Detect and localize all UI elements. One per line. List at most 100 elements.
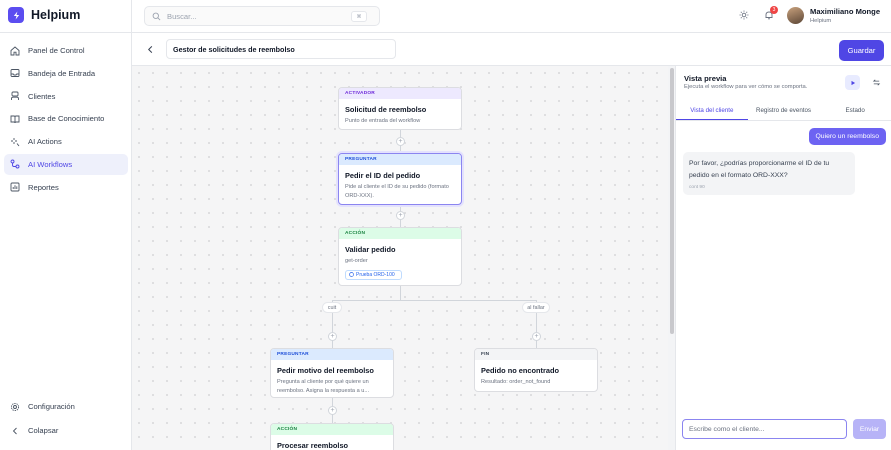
send-button[interactable]: Enviar — [853, 419, 886, 439]
sidebar-item-ai-workflows[interactable]: AI Workflows — [4, 153, 128, 175]
bot-message: Por favor, ¿podrías proporcionarme el ID… — [683, 152, 855, 195]
customer-message-input[interactable] — [689, 425, 839, 433]
gear-icon — [10, 402, 20, 411]
node-type-label: ACCIÓN — [271, 424, 393, 435]
node-description: Punto de entrada del workflow — [345, 118, 421, 124]
save-button[interactable]: Guardar — [839, 40, 884, 61]
node-validate-order[interactable]: ACCIÓN Validar pedido get-order Prueba O… — [338, 227, 462, 286]
top-header: ⌘ 3 Maximiliano Monge Helpium — [132, 0, 891, 33]
collapse-sidebar-button[interactable]: Colapsar — [4, 420, 128, 441]
search-input[interactable] — [167, 11, 347, 21]
tab-registro-de-eventos[interactable]: Registro de eventos — [748, 101, 820, 120]
brand[interactable]: Helpium — [8, 7, 80, 23]
node-type-label: ACCIÓN — [339, 228, 461, 239]
notification-badge: 3 — [770, 6, 778, 14]
sidebar-item-configuracion[interactable]: Configuración — [4, 396, 128, 417]
canvas-scrollbar[interactable] — [668, 66, 676, 450]
node-trigger[interactable]: ACTIVADOR Solicitud de reembolso Punto d… — [338, 87, 462, 130]
sidebar-item-panel-de-control[interactable]: Panel de Control — [4, 40, 128, 61]
play-icon — [851, 80, 855, 85]
search-icon — [152, 12, 161, 20]
node-description: Resultado: order_not_found — [481, 379, 551, 385]
add-step-button[interactable]: + — [396, 137, 405, 146]
bot-message-meta: cont 90 — [689, 185, 705, 190]
node-process-refund[interactable]: ACCIÓN Procesar reembolso — [270, 423, 394, 450]
preview-panel: Vista previa Ejecuta el workflow para ve… — [676, 66, 891, 450]
sidebar-item-label: Base de Conocimiento — [28, 114, 105, 124]
tab-vista-del-cliente[interactable]: Vista del cliente — [676, 101, 748, 120]
sun-icon — [739, 10, 749, 20]
sidebar-item-base-de-conocimiento[interactable]: Base de Conocimiento — [4, 108, 128, 129]
preview-tabs: Vista del cliente Registro de eventos Es… — [676, 101, 891, 121]
sidebar: Helpium Panel de Control Bandeja de Entr… — [0, 0, 132, 450]
workflow-title-field[interactable]: Gestor de solicitudes de reembolso — [166, 39, 396, 59]
sidebar-item-clientes[interactable]: Clientes — [4, 86, 128, 107]
refresh-icon — [872, 79, 881, 86]
workflow-canvas[interactable]: + + cuit al fallar + + + ACTIVADOR Solic… — [132, 66, 668, 450]
node-title: Validar pedido — [345, 245, 396, 254]
home-icon — [10, 45, 20, 55]
back-button[interactable] — [144, 43, 156, 55]
user-org: Helpium — [810, 18, 832, 24]
sidebar-item-bandeja-de-entrada[interactable]: Bandeja de Entrada — [4, 63, 128, 84]
add-step-button[interactable]: + — [328, 332, 337, 341]
info-icon — [349, 272, 354, 277]
tab-estado[interactable]: Estado — [819, 101, 891, 120]
connector — [332, 300, 536, 301]
search-box[interactable]: ⌘ — [144, 6, 380, 26]
workflow-icon — [10, 160, 20, 169]
node-title: Pedido no encontrado — [481, 366, 560, 375]
collapse-label: Colapsar — [28, 426, 59, 435]
node-description: Pregunta al cliente por qué quiere un re… — [277, 379, 370, 394]
sidebar-item-label: AI Workflows — [28, 159, 73, 169]
test-badge-label: Prueba ORD-100 — [356, 271, 395, 278]
node-title: Solicitud de reembolso — [345, 105, 427, 114]
node-type-label: FIN — [475, 349, 597, 360]
sidebar-item-reportes[interactable]: Reportes — [4, 177, 128, 198]
node-type-label: PREGUNTAR — [271, 349, 393, 360]
node-type-label: PREGUNTAR — [339, 154, 461, 165]
preview-title: Vista previa — [684, 74, 727, 83]
message-composer[interactable] — [682, 419, 847, 439]
inbox-icon — [10, 69, 20, 78]
sidebar-item-ai-actions[interactable]: AI Actions — [4, 131, 128, 152]
preview-subtitle: Ejecuta el workflow para ver cómo se com… — [684, 84, 808, 90]
sidebar-item-label: Panel de Control — [28, 46, 85, 55]
sidebar-footer: Configuración Colapsar — [4, 396, 128, 443]
add-step-button[interactable]: + — [532, 332, 541, 341]
helpium-logo-icon — [8, 7, 24, 23]
node-title: Pedir motivo del reembolso — [277, 366, 374, 375]
node-type-label: ACTIVADOR — [339, 88, 461, 99]
sidebar-item-label: Reportes — [28, 182, 59, 192]
node-order-not-found[interactable]: FIN Pedido no encontrado Resultado: orde… — [474, 348, 598, 392]
add-step-button[interactable]: + — [396, 211, 405, 220]
search-shortcut-hint: ⌘ — [351, 11, 367, 22]
sidebar-divider — [0, 32, 132, 33]
workflow-toolbar: Gestor de solicitudes de reembolso Guard… — [132, 33, 891, 66]
avatar[interactable] — [787, 7, 804, 24]
sidebar-item-label: AI Actions — [28, 137, 62, 147]
bot-message-text: Por favor, ¿podrías proporcionarme el ID… — [689, 160, 830, 179]
node-ask-order-id[interactable]: PREGUNTAR Pedir el ID del pedido Pide al… — [338, 153, 462, 205]
node-description: get-order — [345, 258, 368, 264]
notifications-button[interactable]: 3 — [763, 6, 778, 21]
connector — [400, 286, 401, 300]
sidebar-nav: Panel de Control Bandeja de Entrada Clie… — [4, 40, 128, 200]
node-ask-reason[interactable]: PREGUNTAR Pedir motivo del reembolso Pre… — [270, 348, 394, 398]
chevron-left-icon — [147, 45, 152, 53]
node-description: Pide al cliente el ID de su pedido (form… — [345, 184, 449, 199]
sparkle-icon — [11, 137, 20, 146]
run-preview-button[interactable] — [845, 75, 860, 90]
chart-icon — [10, 182, 20, 192]
user-name: Maximiliano Monge — [810, 7, 881, 16]
add-step-button[interactable]: + — [328, 406, 337, 415]
test-badge[interactable]: Prueba ORD-100 — [345, 269, 402, 280]
theme-toggle-button[interactable] — [738, 9, 750, 21]
reset-preview-button[interactable] — [870, 76, 883, 89]
node-title: Procesar reembolso — [277, 441, 349, 450]
settings-label: Configuración — [28, 402, 75, 411]
branch-label-false: al fallar — [522, 302, 550, 313]
sidebar-item-label: Clientes — [28, 91, 56, 101]
scrollbar-thumb[interactable] — [670, 68, 674, 334]
book-icon — [10, 115, 20, 123]
